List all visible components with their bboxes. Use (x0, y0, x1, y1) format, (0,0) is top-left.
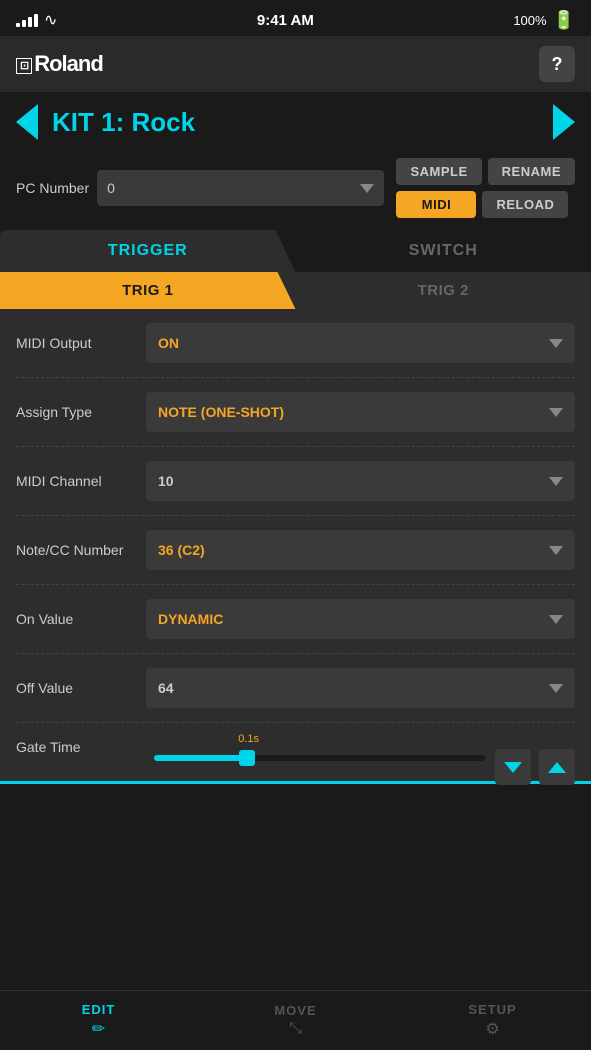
main-tabs: TRIGGER SWITCH (0, 230, 591, 272)
settings-section: MIDI Output ON Assign Type NOTE (ONE-SHO… (0, 309, 591, 781)
midi-output-control: ON (146, 323, 575, 363)
signal-icon (16, 14, 38, 27)
tab-trigger[interactable]: TRIGGER (0, 230, 296, 272)
pc-label: PC Number (16, 180, 89, 196)
battery-icon: 🔋 (553, 10, 575, 31)
pc-value: 0 (107, 180, 115, 196)
button-group: SAMPLE RENAME MIDI RELOAD (396, 158, 575, 218)
on-value-control: DYNAMIC (146, 599, 575, 639)
sub-tabs: TRIG 1 TRIG 2 (0, 272, 591, 309)
nav-move-label: MOVE (274, 1003, 316, 1018)
assign-type-row: Assign Type NOTE (ONE-SHOT) (16, 378, 575, 447)
kit-prev-button[interactable] (16, 104, 38, 140)
off-value-arrow-icon (549, 684, 563, 693)
midi-channel-control: 10 (146, 461, 575, 501)
status-time: 9:41 AM (257, 12, 314, 29)
pencil-icon: ✏ (92, 1019, 105, 1039)
note-cc-control: 36 (C2) (146, 530, 575, 570)
tab-switch[interactable]: SWITCH (296, 230, 591, 272)
off-value-dropdown[interactable]: 64 (146, 668, 575, 708)
midi-output-dropdown[interactable]: ON (146, 323, 575, 363)
nav-edit-label: EDIT (82, 1002, 116, 1017)
midi-button[interactable]: MIDI (396, 191, 476, 218)
kit-nav: KIT 1: Rock (0, 92, 591, 152)
gate-time-label: Gate Time (16, 739, 146, 755)
assign-type-label: Assign Type (16, 404, 146, 420)
top-controls: PC Number 0 SAMPLE RENAME MIDI RELOAD (0, 152, 591, 230)
reload-button[interactable]: RELOAD (482, 191, 568, 218)
tab-trig2[interactable]: TRIG 2 (296, 272, 591, 309)
assign-type-value: NOTE (ONE-SHOT) (158, 404, 284, 420)
gate-time-row: Gate Time 0.1s (16, 723, 575, 781)
assign-type-dropdown[interactable]: NOTE (ONE-SHOT) (146, 392, 575, 432)
pc-dropdown-arrow-icon (360, 184, 374, 193)
gate-time-value: 0.1s (238, 733, 259, 745)
slider-fill (154, 755, 247, 761)
rename-button[interactable]: RENAME (488, 158, 575, 185)
note-cc-value: 36 (C2) (158, 542, 205, 558)
tab-section: TRIGGER SWITCH TRIG 1 TRIG 2 (0, 230, 591, 309)
midi-channel-label: MIDI Channel (16, 473, 146, 489)
midi-output-row: MIDI Output ON (16, 309, 575, 378)
bottom-nav: EDIT ✏ MOVE ⤡ SETUP ⚙ (0, 990, 591, 1050)
midi-output-value: ON (158, 335, 179, 351)
off-value-value: 64 (158, 680, 174, 696)
move-icon: ⤡ (289, 1020, 302, 1038)
slider-track[interactable] (154, 755, 485, 761)
note-cc-dropdown[interactable]: 36 (C2) (146, 530, 575, 570)
off-value-control: 64 (146, 668, 575, 708)
on-value-arrow-icon (549, 615, 563, 624)
note-cc-label: Note/CC Number (16, 542, 146, 558)
kit-title: KIT 1: Rock (52, 107, 543, 138)
status-bar: ∿ 9:41 AM 100% 🔋 (0, 0, 591, 36)
gate-decrease-button[interactable] (495, 749, 531, 785)
on-value-row: On Value DYNAMIC (16, 585, 575, 654)
pc-dropdown[interactable]: 0 (97, 170, 384, 206)
nav-setup-label: SETUP (468, 1002, 516, 1017)
gate-up-icon (548, 762, 566, 773)
gate-buttons (495, 749, 575, 785)
on-value-label: On Value (16, 611, 146, 627)
gate-down-icon (504, 762, 522, 773)
midi-output-arrow-icon (549, 339, 563, 348)
slider-thumb (239, 750, 255, 766)
midi-output-label: MIDI Output (16, 335, 146, 351)
right-arrow-icon (553, 104, 575, 140)
midi-channel-value: 10 (158, 473, 174, 489)
note-cc-row: Note/CC Number 36 (C2) (16, 516, 575, 585)
off-value-row: Off Value 64 (16, 654, 575, 723)
on-value-value: DYNAMIC (158, 611, 223, 627)
help-button[interactable]: ? (539, 46, 575, 82)
assign-type-arrow-icon (549, 408, 563, 417)
off-value-label: Off Value (16, 680, 146, 696)
gate-increase-button[interactable] (539, 749, 575, 785)
midi-channel-row: MIDI Channel 10 (16, 447, 575, 516)
nav-edit[interactable]: EDIT ✏ (0, 991, 197, 1050)
kit-next-button[interactable] (553, 104, 575, 140)
wifi-icon: ∿ (44, 10, 57, 30)
battery-percent: 100% (513, 13, 546, 28)
nav-setup[interactable]: SETUP ⚙ (394, 991, 591, 1050)
roland-logo: ⊡Roland (16, 51, 103, 77)
note-cc-arrow-icon (549, 546, 563, 555)
status-right: 100% 🔋 (513, 10, 575, 31)
sample-button[interactable]: SAMPLE (396, 158, 481, 185)
left-arrow-icon (16, 104, 38, 140)
midi-channel-dropdown[interactable]: 10 (146, 461, 575, 501)
status-left: ∿ (16, 10, 57, 30)
gear-icon: ⚙ (485, 1019, 499, 1039)
tab-trig1[interactable]: TRIG 1 (0, 272, 296, 309)
pc-number-section: PC Number 0 (16, 170, 384, 206)
app-header: ⊡Roland ? (0, 36, 591, 92)
nav-move[interactable]: MOVE ⤡ (197, 991, 394, 1050)
assign-type-control: NOTE (ONE-SHOT) (146, 392, 575, 432)
midi-channel-arrow-icon (549, 477, 563, 486)
on-value-dropdown[interactable]: DYNAMIC (146, 599, 575, 639)
